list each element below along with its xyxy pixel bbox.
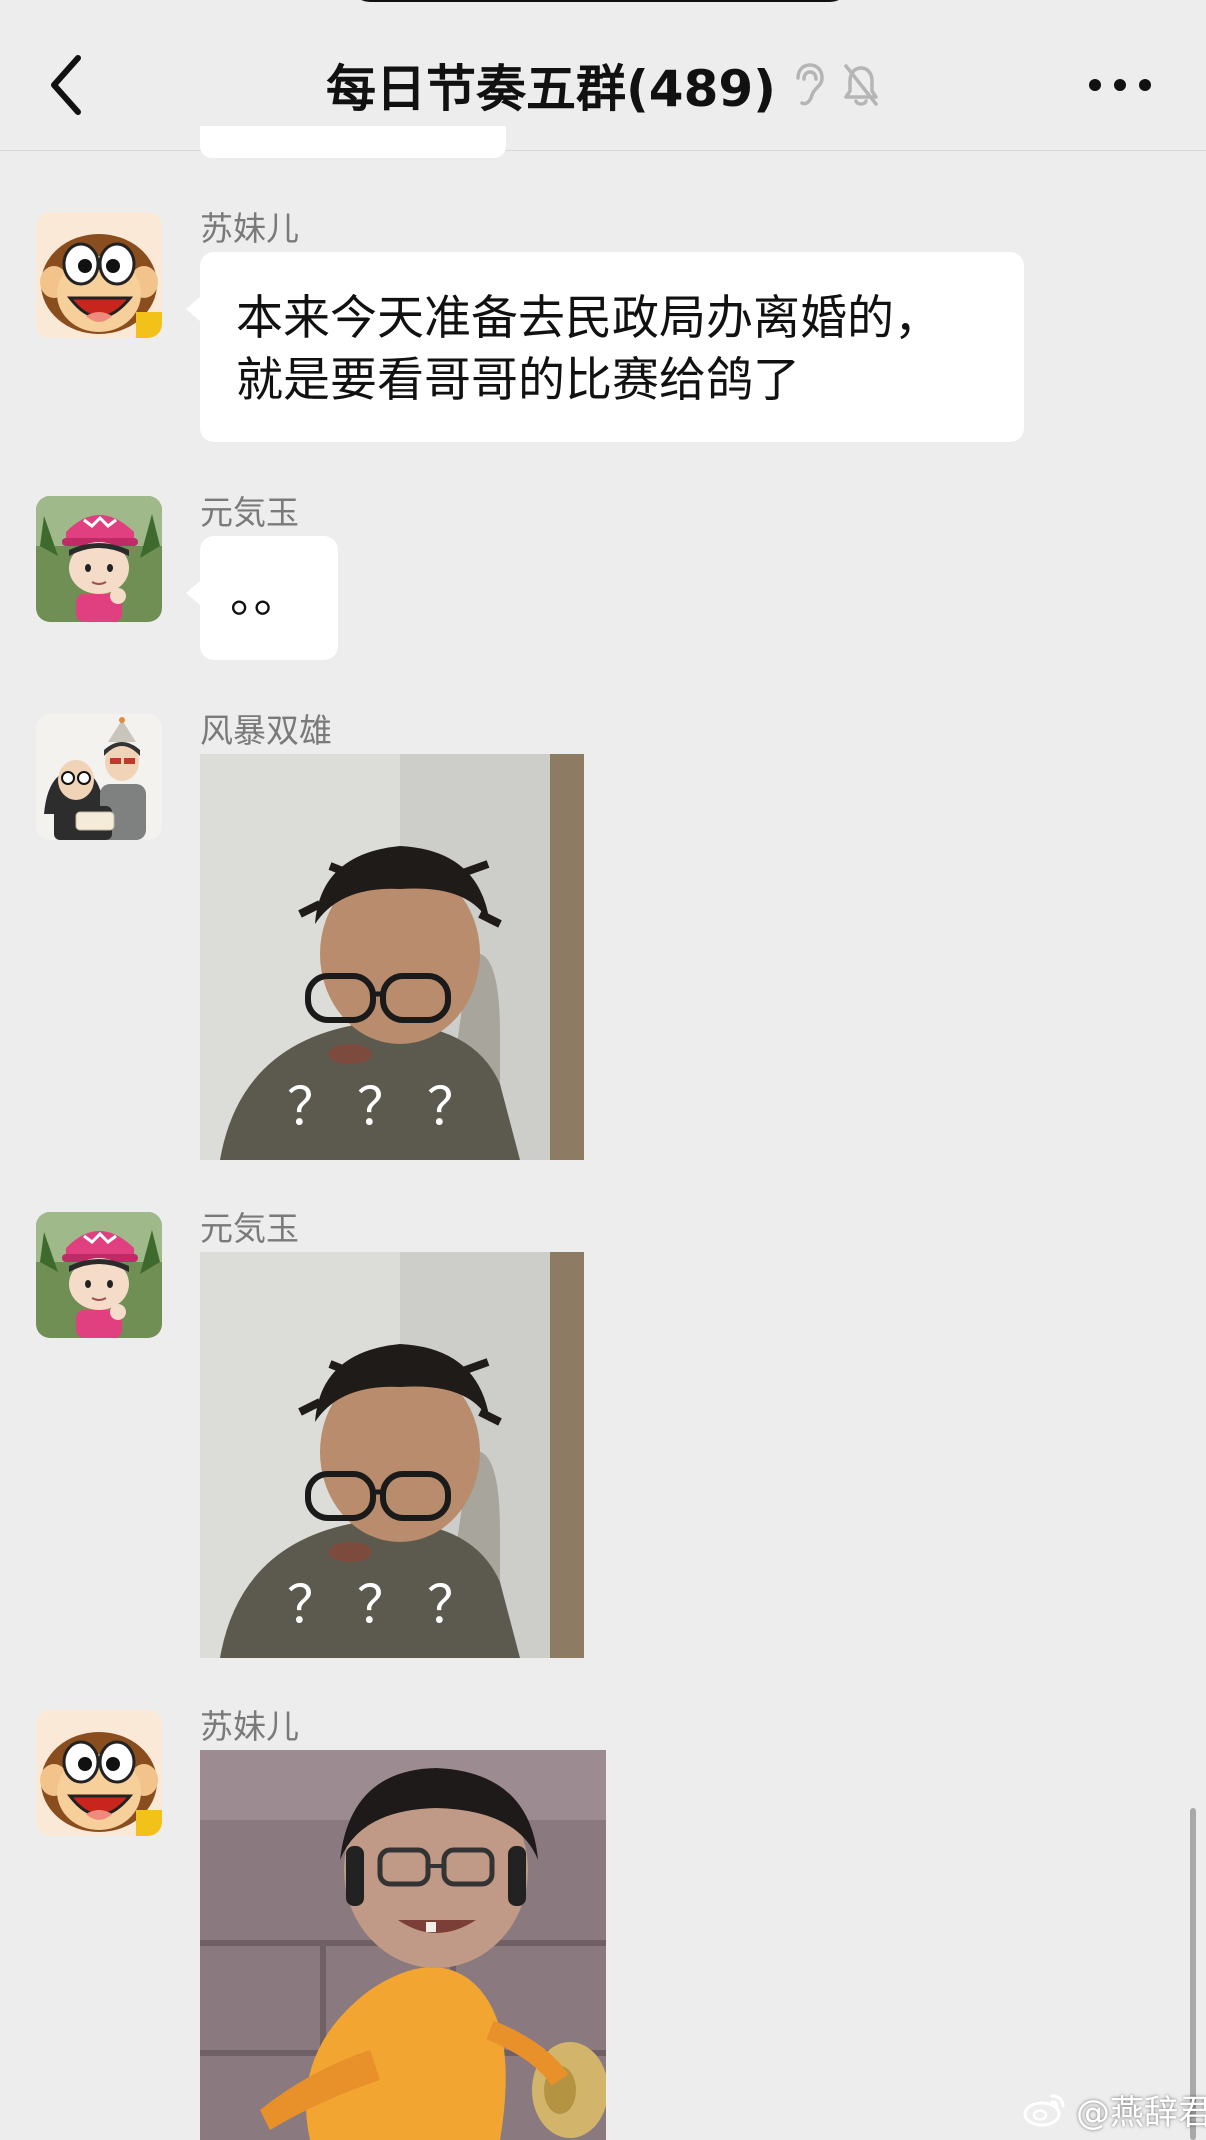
phone-notch — [350, 0, 850, 2]
bell-off-icon — [842, 62, 880, 108]
chevron-left-icon — [51, 55, 81, 115]
message-bubble[interactable]: 本来今天准备去民政局办离婚的， 就是要看哥哥的比赛给鸽了 — [186, 252, 1024, 442]
avatar-yuanqiyu[interactable] — [36, 496, 162, 622]
sticker-caption: ？？？ — [286, 1078, 497, 1138]
message-text-line: 本来今天准备去民政局办离婚的， — [236, 291, 941, 346]
chat-header: 每日节奏五群(489) — [0, 0, 1206, 151]
watermark: @燕辞君 — [1022, 2084, 1206, 2134]
message-text-line: 就是要看哥哥的比赛给鸽了 — [236, 353, 800, 408]
more-button[interactable] — [1085, 60, 1155, 110]
avatar-fengbaoshuangxiong[interactable] — [36, 714, 162, 840]
avatar-yuanqiyu[interactable] — [36, 1212, 162, 1338]
avatar-sumeier[interactable] — [36, 1710, 162, 1836]
sticker-image[interactable]: ？？？ — [200, 754, 584, 1160]
sender-name: 苏妹儿 — [200, 1707, 299, 1746]
sticker-image[interactable] — [200, 1750, 606, 2140]
ear-icon — [790, 62, 828, 108]
back-button[interactable] — [40, 50, 100, 120]
sticker-caption: ？？？ — [286, 1576, 497, 1636]
sender-name: 风暴双雄 — [200, 711, 332, 750]
message-text-line: 。。 — [230, 569, 301, 624]
sender-name: 苏妹儿 — [200, 209, 299, 248]
sticker-image[interactable]: ？？？ — [200, 1252, 584, 1658]
chat-title-area: 每日节奏五群(489) — [160, 45, 1046, 125]
message-bubble[interactable]: 。。 — [186, 536, 338, 660]
previous-message-bubble[interactable] — [200, 126, 506, 158]
avatar-sumeier[interactable] — [36, 212, 162, 338]
sender-name: 元気玉 — [200, 1209, 299, 1248]
sender-name: 元気玉 — [200, 493, 299, 532]
chat-title: 每日节奏五群(489) — [325, 60, 777, 118]
watermark-text: @燕辞君 — [1076, 2092, 1206, 2133]
more-horizontal-icon — [1089, 79, 1151, 91]
weibo-icon — [1023, 2094, 1065, 2127]
